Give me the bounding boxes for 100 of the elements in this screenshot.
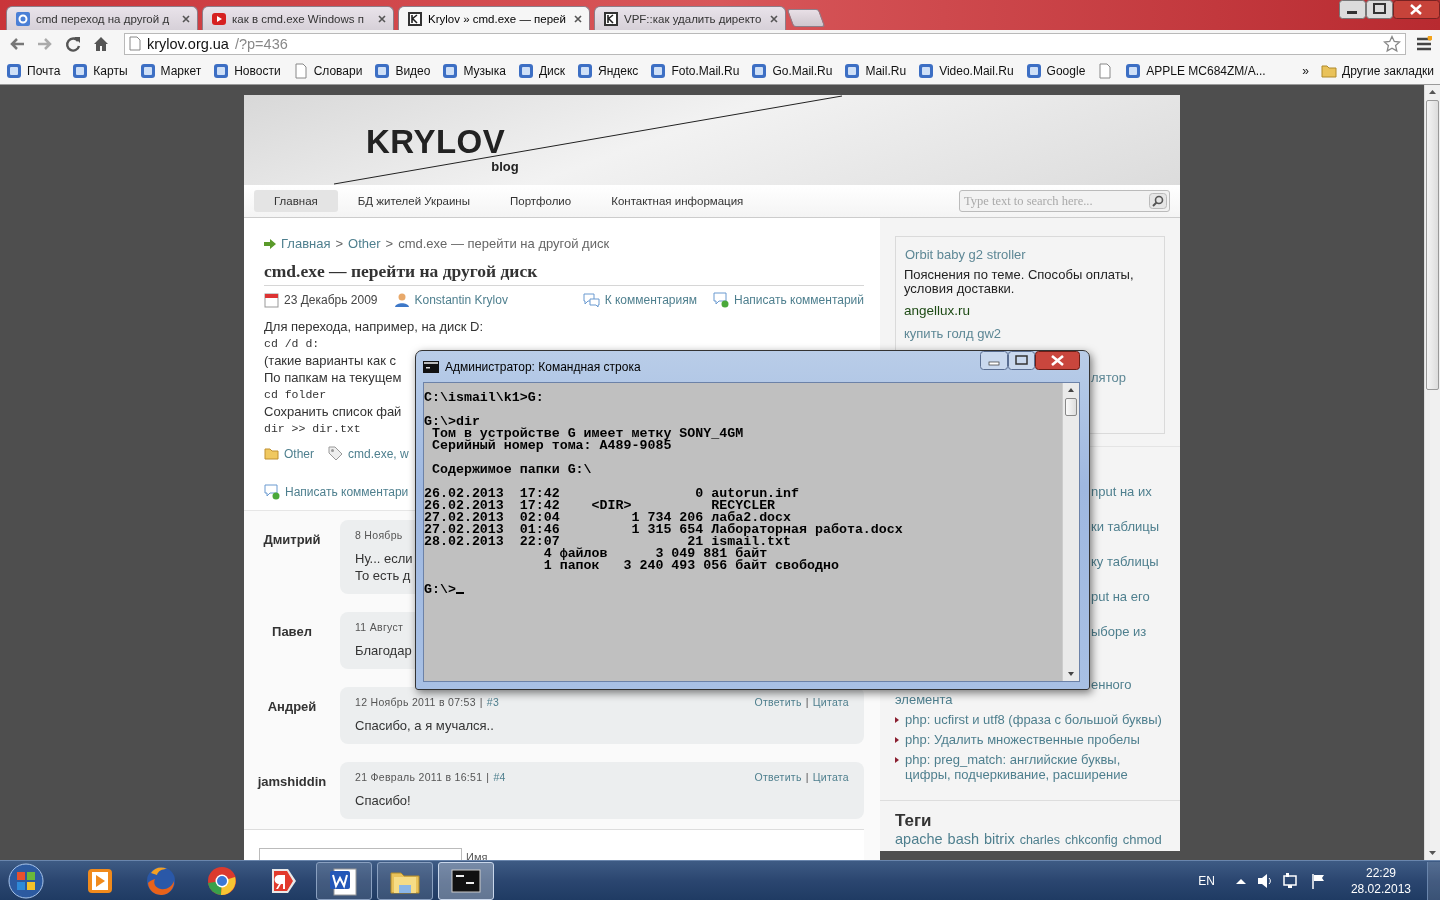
volume-icon[interactable] bbox=[1256, 872, 1273, 889]
category-link[interactable]: Other bbox=[284, 446, 314, 461]
browser-tab[interactable]: Krylov » cmd.exe — перей bbox=[398, 6, 590, 30]
search-field[interactable]: Type text to search here... bbox=[959, 190, 1170, 212]
address-bar[interactable]: krylov.org.ua /?p=436 bbox=[124, 32, 1406, 55]
post-link[interactable]: php: ucfirst и utf8 (фраза с большой буквы) bbox=[905, 712, 1162, 727]
bookmark[interactable]: Go.Mail.Ru bbox=[751, 62, 833, 79]
bookmark[interactable]: APPLE MC684ZM/A... bbox=[1125, 62, 1266, 79]
minimize-icon[interactable] bbox=[1339, 0, 1366, 19]
tag-links[interactable]: cmd.exe, w bbox=[348, 446, 409, 461]
comment-number-link[interactable]: #3 bbox=[486, 696, 500, 709]
close-icon[interactable] bbox=[573, 13, 583, 24]
author-link[interactable]: Konstantin Krylov bbox=[414, 293, 508, 307]
breadcrumb-link[interactable]: Главная bbox=[281, 236, 331, 251]
maximize-icon[interactable] bbox=[1366, 0, 1393, 19]
write-comment-link[interactable]: Написать комментари bbox=[264, 484, 409, 500]
post-link[interactable]: put на его bbox=[1091, 589, 1150, 604]
bookmark[interactable]: Словари bbox=[292, 62, 363, 79]
browser-tab[interactable]: как в cmd.exe Windows п bbox=[202, 6, 394, 30]
tag-link[interactable]: chmod bbox=[1122, 832, 1162, 847]
bookmark[interactable]: Маркет bbox=[139, 62, 202, 79]
close-icon[interactable] bbox=[1393, 0, 1440, 19]
star-icon[interactable] bbox=[1383, 34, 1401, 53]
bookmark[interactable]: Google bbox=[1025, 62, 1086, 79]
comment-number-link[interactable]: #4 bbox=[493, 771, 506, 784]
nav-link[interactable]: Главная bbox=[254, 190, 338, 212]
breadcrumb-current: cmd.exe — перейти на другой диск bbox=[398, 236, 610, 251]
ad-title[interactable]: Orbit baby g2 stroller bbox=[905, 247, 1026, 262]
tag-link[interactable]: bitrix bbox=[984, 831, 1015, 847]
scrollbar-thumb[interactable] bbox=[1065, 398, 1077, 416]
breadcrumb-link[interactable]: Other bbox=[348, 236, 381, 251]
maximize-icon[interactable] bbox=[1008, 351, 1035, 370]
tag-link[interactable]: apache bbox=[895, 831, 943, 847]
post-link[interactable]: ыборе из bbox=[1091, 624, 1147, 639]
home-icon[interactable] bbox=[92, 34, 110, 53]
new-tab-button[interactable] bbox=[786, 9, 826, 27]
reply-link[interactable]: Ответить bbox=[754, 771, 802, 784]
search-icon[interactable] bbox=[1149, 193, 1167, 209]
reply-link[interactable]: Ответить bbox=[754, 696, 802, 709]
post-link[interactable]: php: preg_match: английские буквы, цифры, подчеркивание, расширение bbox=[905, 752, 1165, 782]
post-link[interactable]: php: Удалить множественные пробелы bbox=[905, 732, 1140, 747]
bookmark[interactable]: Видео bbox=[374, 62, 431, 79]
comments-link[interactable]: К комментариям bbox=[604, 293, 697, 307]
tag-link[interactable]: chkconfig bbox=[1064, 833, 1118, 847]
taskbar-button[interactable] bbox=[316, 861, 372, 900]
bookmark[interactable]: Карты bbox=[72, 62, 128, 79]
page-icon bbox=[129, 36, 141, 51]
browser-tab[interactable]: VPF::как удалить директо bbox=[594, 6, 786, 30]
bookmark[interactable]: Video.Mail.Ru bbox=[918, 62, 1014, 79]
ad-link[interactable]: лятор bbox=[1091, 370, 1126, 385]
taskbar-button[interactable] bbox=[438, 861, 494, 900]
back-icon[interactable] bbox=[8, 35, 26, 52]
tag-link[interactable]: charles bbox=[1019, 833, 1060, 847]
separator: | bbox=[486, 771, 490, 784]
close-icon[interactable] bbox=[181, 13, 191, 24]
comment-text: Спасибо, а я мучался.. bbox=[355, 717, 494, 734]
add-comment-icon bbox=[264, 484, 280, 500]
close-icon[interactable] bbox=[769, 13, 779, 24]
post-link[interactable]: элемента bbox=[895, 692, 953, 707]
name-field[interactable] bbox=[259, 848, 462, 860]
site-icon bbox=[1025, 62, 1042, 79]
bookmark[interactable]: Диск bbox=[517, 62, 565, 79]
close-icon[interactable] bbox=[1035, 351, 1080, 370]
quote-link[interactable]: Цитата bbox=[812, 771, 849, 784]
post-link[interactable]: ки таблицы bbox=[1091, 519, 1160, 534]
taskbar-button[interactable] bbox=[377, 861, 433, 900]
quote-link[interactable]: Цитата bbox=[812, 696, 849, 709]
menu-icon[interactable] bbox=[1416, 35, 1432, 52]
reload-icon[interactable] bbox=[64, 34, 82, 53]
more-bookmarks-button[interactable]: » bbox=[1302, 63, 1310, 78]
nav-link[interactable]: БД жителей Украины bbox=[337, 190, 490, 212]
post-text: Для перехода, например, на диск D: bbox=[264, 318, 484, 335]
clock[interactable]: 22:29 28.02.2013 bbox=[1350, 864, 1411, 897]
post-link[interactable]: nput на их bbox=[1091, 484, 1152, 499]
comment-text: Благодар bbox=[355, 642, 412, 659]
ad-link[interactable]: купить голд gw2 bbox=[904, 326, 1156, 341]
flag-icon[interactable] bbox=[1310, 872, 1327, 889]
bookmark[interactable]: Foto.Mail.Ru bbox=[650, 62, 740, 79]
browser-tab[interactable]: cmd переход на другой д bbox=[6, 6, 198, 30]
site-logo[interactable]: KRYLOV bbox=[366, 123, 506, 161]
bookmark[interactable]: Mail.Ru bbox=[844, 62, 907, 79]
start-button[interactable] bbox=[6, 861, 46, 900]
scrollbar-thumb[interactable] bbox=[1426, 100, 1439, 390]
language-indicator[interactable]: EN bbox=[1198, 873, 1215, 888]
other-bookmarks[interactable]: Другие закладки bbox=[1321, 62, 1434, 79]
bookmark[interactable]: Яндекс bbox=[577, 62, 639, 79]
comment-text: Спасибо! bbox=[355, 792, 411, 809]
favicon-icon bbox=[407, 10, 423, 27]
post-link[interactable]: ку таблицы bbox=[1091, 554, 1159, 569]
bookmark[interactable]: Новости bbox=[213, 62, 281, 79]
page-icon bbox=[1097, 62, 1114, 79]
nav-link[interactable]: Контактная информация bbox=[591, 190, 764, 212]
bookmark[interactable]: Музыка bbox=[442, 62, 506, 79]
site-icon bbox=[577, 62, 593, 79]
post-link[interactable]: енного bbox=[1091, 677, 1132, 692]
nav-link[interactable]: Портфолио bbox=[489, 190, 592, 212]
tag-link[interactable]: bash bbox=[947, 831, 980, 847]
bookmark[interactable]: Почта bbox=[6, 62, 61, 79]
write-comment-link[interactable]: Написать комментарий bbox=[734, 293, 864, 307]
close-icon[interactable] bbox=[377, 13, 387, 24]
